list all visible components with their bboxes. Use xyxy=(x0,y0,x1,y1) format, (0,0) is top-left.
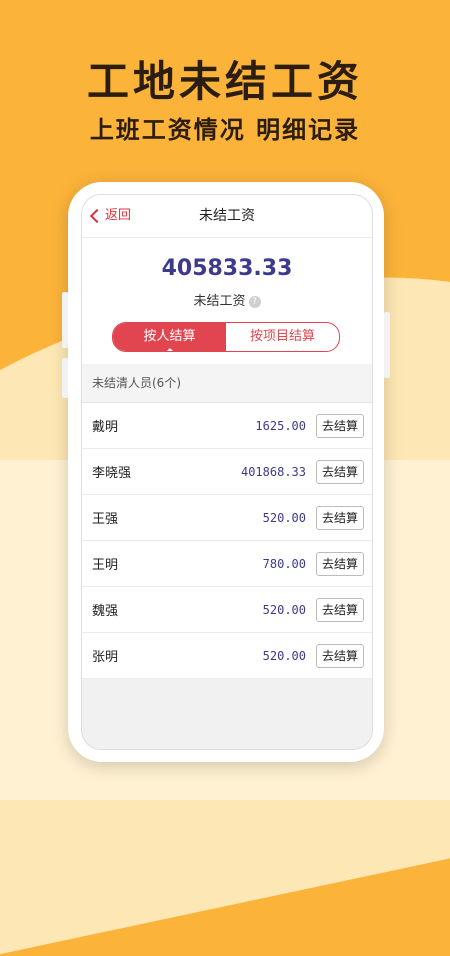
phone-frame: 返回 未结工资 405833.33 未结工资? 按人结算 按项目结算 未结清人员… xyxy=(62,182,390,762)
worker-amount: 520.00 xyxy=(262,510,306,525)
worker-amount: 780.00 xyxy=(262,556,306,571)
caret-up-icon xyxy=(165,348,174,351)
tab-by-person-label: 按人结算 xyxy=(143,329,196,344)
worker-name: 魏强 xyxy=(92,604,119,619)
tab-by-project-label: 按项目结算 xyxy=(249,329,315,344)
worker-name: 张明 xyxy=(92,650,119,665)
tab-by-project[interactable]: 按项目结算 xyxy=(226,323,339,351)
total-value: 405833.33 xyxy=(161,256,293,281)
phone-side-button-right xyxy=(384,312,390,378)
settle-button[interactable]: 去结算 xyxy=(316,551,364,576)
promo-headline: 工地未结工资 xyxy=(86,57,363,106)
total-label-row: 未结工资? xyxy=(82,290,372,309)
list-item: 戴明 1625.00 去结算 xyxy=(82,403,372,449)
settle-button[interactable]: 去结算 xyxy=(316,505,364,530)
settle-button[interactable]: 去结算 xyxy=(316,413,364,438)
tab-by-person[interactable]: 按人结算 xyxy=(113,323,226,351)
worker-name: 李晓强 xyxy=(92,466,132,481)
worker-amount: 401868.33 xyxy=(240,464,306,479)
settle-button[interactable]: 去结算 xyxy=(316,643,364,668)
worker-list: 戴明 1625.00 去结算 李晓强 401868.33 去结算 王强 520.… xyxy=(82,403,372,679)
worker-amount: 520.00 xyxy=(262,602,306,617)
app-screen: 返回 未结工资 405833.33 未结工资? 按人结算 按项目结算 未结清人员… xyxy=(81,194,373,750)
worker-name: 戴明 xyxy=(92,420,119,435)
total-label: 未结工资 xyxy=(193,294,246,309)
settle-button[interactable]: 去结算 xyxy=(316,459,364,484)
segmented-control: 按人结算 按项目结算 xyxy=(112,322,340,352)
list-item: 张明 520.00 去结算 xyxy=(82,633,372,679)
worker-name: 王明 xyxy=(92,558,119,573)
page-title: 未结工资 xyxy=(199,208,255,224)
promo-subline: 上班工资情况 明细记录 xyxy=(89,116,361,144)
nav-bar: 返回 未结工资 xyxy=(82,195,372,238)
list-item: 魏强 520.00 去结算 xyxy=(82,587,372,633)
settle-button[interactable]: 去结算 xyxy=(316,597,364,622)
list-item: 李晓强 401868.33 去结算 xyxy=(82,449,372,495)
phone-side-button-left xyxy=(62,292,68,348)
worker-amount: 1625.00 xyxy=(255,418,306,433)
list-item: 王强 520.00 去结算 xyxy=(82,495,372,541)
worker-name: 王强 xyxy=(92,512,119,527)
phone-side-button-left-2 xyxy=(62,358,68,398)
summary-panel: 405833.33 未结工资? 按人结算 按项目结算 xyxy=(82,238,372,364)
list-item: 王明 780.00 去结算 xyxy=(82,541,372,587)
section-header: 未结清人员(6个) xyxy=(82,364,372,403)
worker-amount: 520.00 xyxy=(262,648,306,663)
help-icon[interactable]: ? xyxy=(248,295,261,308)
